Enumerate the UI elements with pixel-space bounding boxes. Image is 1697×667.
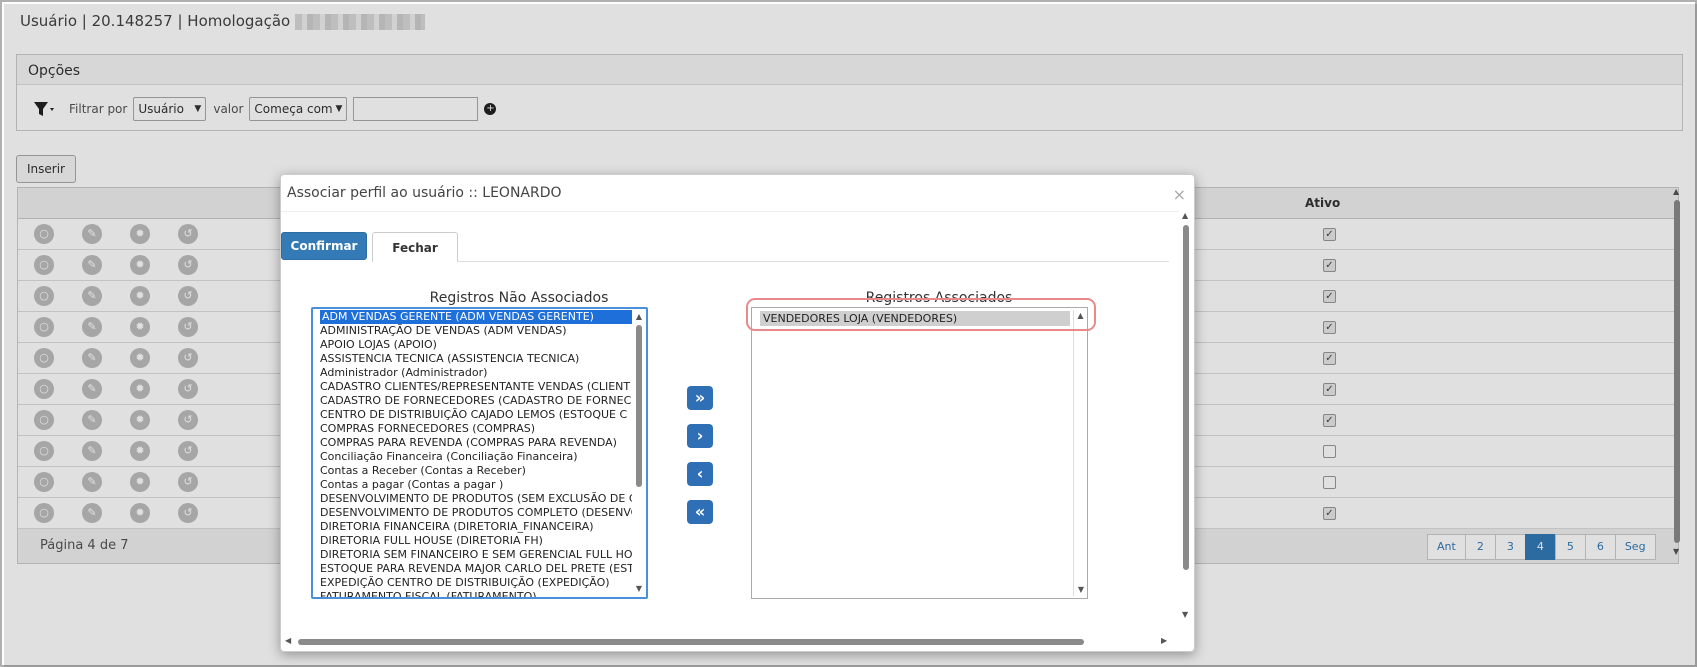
dialog-title: Associar perfil ao usuário :: LEONARDO [287,185,562,201]
scroll-left-icon[interactable]: ◀ [285,636,291,645]
close-icon[interactable]: × [1173,185,1186,204]
unassociated-item[interactable]: ASSISTENCIA TECNICA (ASSISTENCIA TECNICA… [320,352,632,366]
unassociated-item[interactable]: DIRETORIA FINANCEIRA (DIRETORIA_FINANCEI… [320,520,632,534]
scroll-up-icon[interactable]: ▲ [1182,211,1188,220]
unassociated-item[interactable]: DIRETORIA FULL HOUSE (DIRETORIA FH) [320,534,632,548]
scroll-right-icon[interactable]: ▶ [1161,636,1167,645]
dialog-horizontal-scrollbar[interactable]: ◀ ▶ [281,635,1179,649]
unassociated-item[interactable]: FATURAMENTO FISCAL (FATURAMENTO) [320,590,632,597]
unassociated-item[interactable]: CADASTRO DE FORNECEDORES (CADASTRO DE FO… [320,394,632,408]
dialog-body: Confirmar Fechar Registros Não Associado… [281,211,1179,622]
unassociated-item[interactable]: EXPEDIÇÃO CENTRO DE DISTRIBUIÇÃO (EXPEDI… [320,576,632,590]
unassociated-scrollbar-thumb[interactable] [636,325,642,487]
scroll-up-icon[interactable]: ▲ [634,311,644,323]
associate-profile-dialog: Associar perfil ao usuário :: LEONARDO ×… [280,174,1195,652]
scroll-down-icon[interactable]: ▼ [1074,584,1087,596]
move-all-right-button[interactable]: » [687,386,713,410]
unassociated-item[interactable]: ADM VENDAS GERENTE (ADM VENDAS GERENTE) [320,310,632,324]
move-left-button[interactable]: ‹ [687,462,713,486]
unassociated-item[interactable]: DESENVOLVIMENTO DE PRODUTOS COMPLETO (DE… [320,506,632,520]
unassociated-item[interactable]: Contas a Receber (Contas a Receber) [320,464,632,478]
dialog-hscroll-thumb[interactable] [298,639,1084,645]
scroll-down-icon[interactable]: ▼ [1182,610,1188,619]
unassociated-item[interactable]: CADASTRO CLIENTES/REPRESENTANTE VENDAS (… [320,380,632,394]
unassociated-item[interactable]: Administrador (Administrador) [320,366,632,380]
unassociated-item[interactable]: CENTRO DE DISTRIBUIÇÃO CAJADO LEMOS (EST… [320,408,632,422]
confirm-button[interactable]: Confirmar [281,232,367,260]
unassociated-label: Registros Não Associados [429,290,609,306]
scroll-down-icon[interactable]: ▼ [634,583,644,595]
highlight-annotation [746,298,1096,331]
unassociated-items: ADM VENDAS GERENTE (ADM VENDAS GERENTE) A… [320,310,632,597]
unassociated-item[interactable]: APOIO LOJAS (APOIO) [320,338,632,352]
move-all-left-button[interactable]: « [687,500,713,524]
unassociated-item[interactable]: ADMINISTRAÇÃO DE VENDAS (ADM VENDAS) [320,324,632,338]
move-right-button[interactable]: › [687,424,713,448]
unassociated-scrollbar[interactable]: ▲ ▼ [634,311,644,595]
dialog-vscroll-thumb[interactable] [1183,225,1189,570]
unassociated-item[interactable]: DIRETORIA SEM FINANCEIRO E SEM GERENCIAL… [320,548,632,562]
tab-divider [457,261,1169,262]
unassociated-item[interactable]: Conciliação Financeira (Conciliação Fina… [320,450,632,464]
unassociated-item[interactable]: DESENVOLVIMENTO DE PRODUTOS (SEM EXCLUSÃ… [320,492,632,506]
unassociated-item[interactable]: Contas a pagar (Contas a pagar ) [320,478,632,492]
associated-scrollbar[interactable]: ▲ ▼ [1073,310,1087,596]
associated-listbox[interactable]: VENDEDORES LOJA (VENDEDORES) ▲ ▼ [751,307,1088,599]
close-button[interactable]: Fechar [372,232,458,262]
unassociated-listbox[interactable]: ADM VENDAS GERENTE (ADM VENDAS GERENTE) A… [311,307,648,599]
dialog-vertical-scrollbar[interactable]: ▲ ▼ [1180,211,1192,622]
app-frame: Usuário | 20.148257 | Homologação Opções… [0,0,1697,667]
unassociated-item[interactable]: COMPRAS FORNECEDORES (COMPRAS) [320,422,632,436]
unassociated-item[interactable]: ESTOQUE PARA REVENDA MAJOR CARLO DEL PRE… [320,562,632,576]
unassociated-item[interactable]: COMPRAS PARA REVENDA (COMPRAS PARA REVEN… [320,436,632,450]
